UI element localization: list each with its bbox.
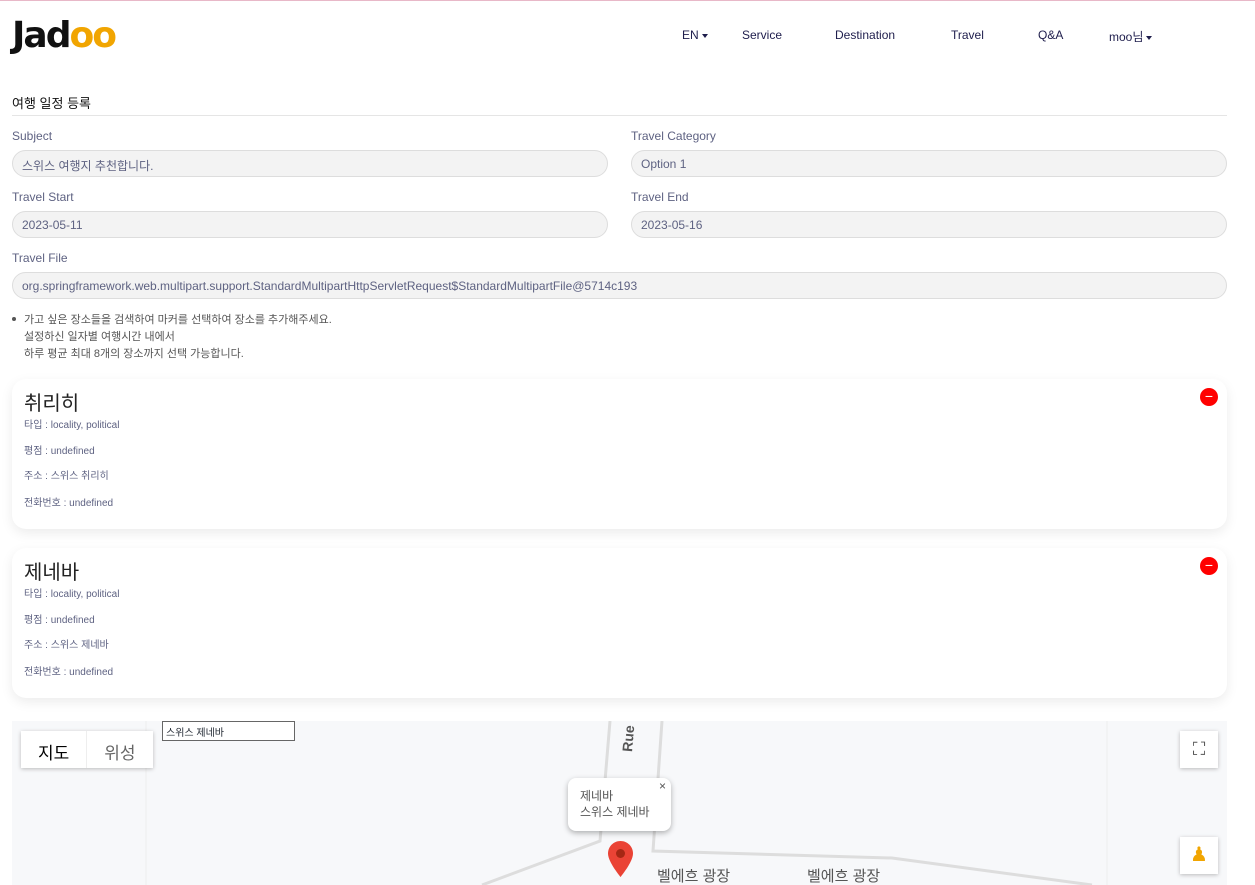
file-input[interactable]: org.springframework.web.multipart.suppor… bbox=[12, 272, 1227, 299]
logo-text: Jad bbox=[12, 15, 71, 56]
place-label: 벨에흐 광장 bbox=[657, 868, 731, 885]
file-label: Travel File bbox=[12, 251, 68, 265]
category-label: Travel Category bbox=[631, 129, 716, 143]
place-address: 주소 : 스위스 제네바 bbox=[24, 640, 109, 651]
caret-down-icon bbox=[701, 33, 708, 38]
place-rating: 평점 : undefined bbox=[24, 615, 95, 626]
note-line: 설정하신 일자별 여행시간 내에서 bbox=[24, 331, 175, 343]
remove-place-button[interactable]: − bbox=[1200, 557, 1218, 575]
note-line: 가고 싶은 장소들을 검색하여 마커를 선택하여 장소를 추가해주세요. bbox=[24, 314, 332, 326]
remove-place-button[interactable]: − bbox=[1200, 388, 1218, 406]
category-select[interactable]: Option 1 bbox=[631, 150, 1227, 177]
map-type-control: 지도 위성 bbox=[21, 731, 153, 768]
subject-label: Subject bbox=[12, 129, 53, 143]
nav-destination[interactable]: Destination bbox=[835, 28, 895, 42]
map[interactable]: Rue de 지도 위성 스위스 제네바 ⛶ ♟ × 제네바 스위스 제네바 벨… bbox=[12, 721, 1227, 885]
logo-dots: oo bbox=[69, 15, 116, 56]
place-phone: 전화번호 : undefined bbox=[24, 667, 114, 678]
place-rating: 평점 : undefined bbox=[24, 446, 95, 457]
nav-qa[interactable]: Q&A bbox=[1038, 28, 1063, 42]
nav-travel[interactable]: Travel bbox=[951, 28, 984, 42]
logo[interactable]: Jadoo bbox=[12, 15, 117, 56]
place-name: 제네바 bbox=[24, 562, 80, 584]
end-date-input[interactable]: 2023-05-16 bbox=[631, 211, 1227, 238]
divider bbox=[12, 115, 1227, 116]
subject-input[interactable]: 스위스 여행지 추천합니다. bbox=[12, 150, 608, 177]
info-address: 스위스 제네바 bbox=[580, 805, 650, 819]
place-card: 취리히 타입 : locality, political 평점 : undefi… bbox=[12, 379, 1227, 529]
close-icon[interactable]: × bbox=[659, 778, 666, 794]
start-label: Travel Start bbox=[12, 190, 74, 204]
place-label: 벨에흐 광장 bbox=[807, 868, 881, 885]
place-type: 타입 : locality, political bbox=[24, 589, 120, 600]
place-card: 제네바 타입 : locality, political 평점 : undefi… bbox=[12, 548, 1227, 698]
note-line: 하루 평균 최대 8개의 장소까지 선택 가능합니다. bbox=[24, 348, 244, 360]
caret-down-icon bbox=[1146, 35, 1153, 40]
page-title: 여행 일정 등록 bbox=[12, 96, 91, 111]
place-address: 주소 : 스위스 취리히 bbox=[24, 471, 109, 482]
nav-user[interactable]: moo님 bbox=[1109, 28, 1153, 45]
start-date-input[interactable]: 2023-05-11 bbox=[12, 211, 608, 238]
place-type: 타입 : locality, political bbox=[24, 420, 120, 431]
instructions: 가고 싶은 장소들을 검색하여 마커를 선택하여 장소를 추가해주세요. 설정하… bbox=[12, 312, 332, 363]
fullscreen-icon[interactable]: ⛶ bbox=[1180, 731, 1218, 768]
nav-language-label: EN bbox=[682, 28, 699, 42]
street-view-pegman-icon[interactable]: ♟ bbox=[1180, 837, 1218, 874]
map-marker-icon[interactable] bbox=[608, 841, 633, 877]
nav-language[interactable]: EN bbox=[682, 28, 708, 42]
end-label: Travel End bbox=[631, 190, 689, 204]
user-name: moo님 bbox=[1109, 30, 1144, 44]
map-search-input[interactable]: 스위스 제네바 bbox=[162, 721, 295, 741]
place-phone: 전화번호 : undefined bbox=[24, 498, 114, 509]
map-type-map-button[interactable]: 지도 bbox=[21, 731, 86, 768]
place-name: 취리히 bbox=[24, 393, 80, 415]
info-window: × 제네바 스위스 제네바 bbox=[568, 778, 671, 831]
nav-service[interactable]: Service bbox=[742, 28, 782, 42]
map-type-satellite-button[interactable]: 위성 bbox=[86, 731, 152, 768]
info-title: 제네바 bbox=[580, 789, 614, 803]
